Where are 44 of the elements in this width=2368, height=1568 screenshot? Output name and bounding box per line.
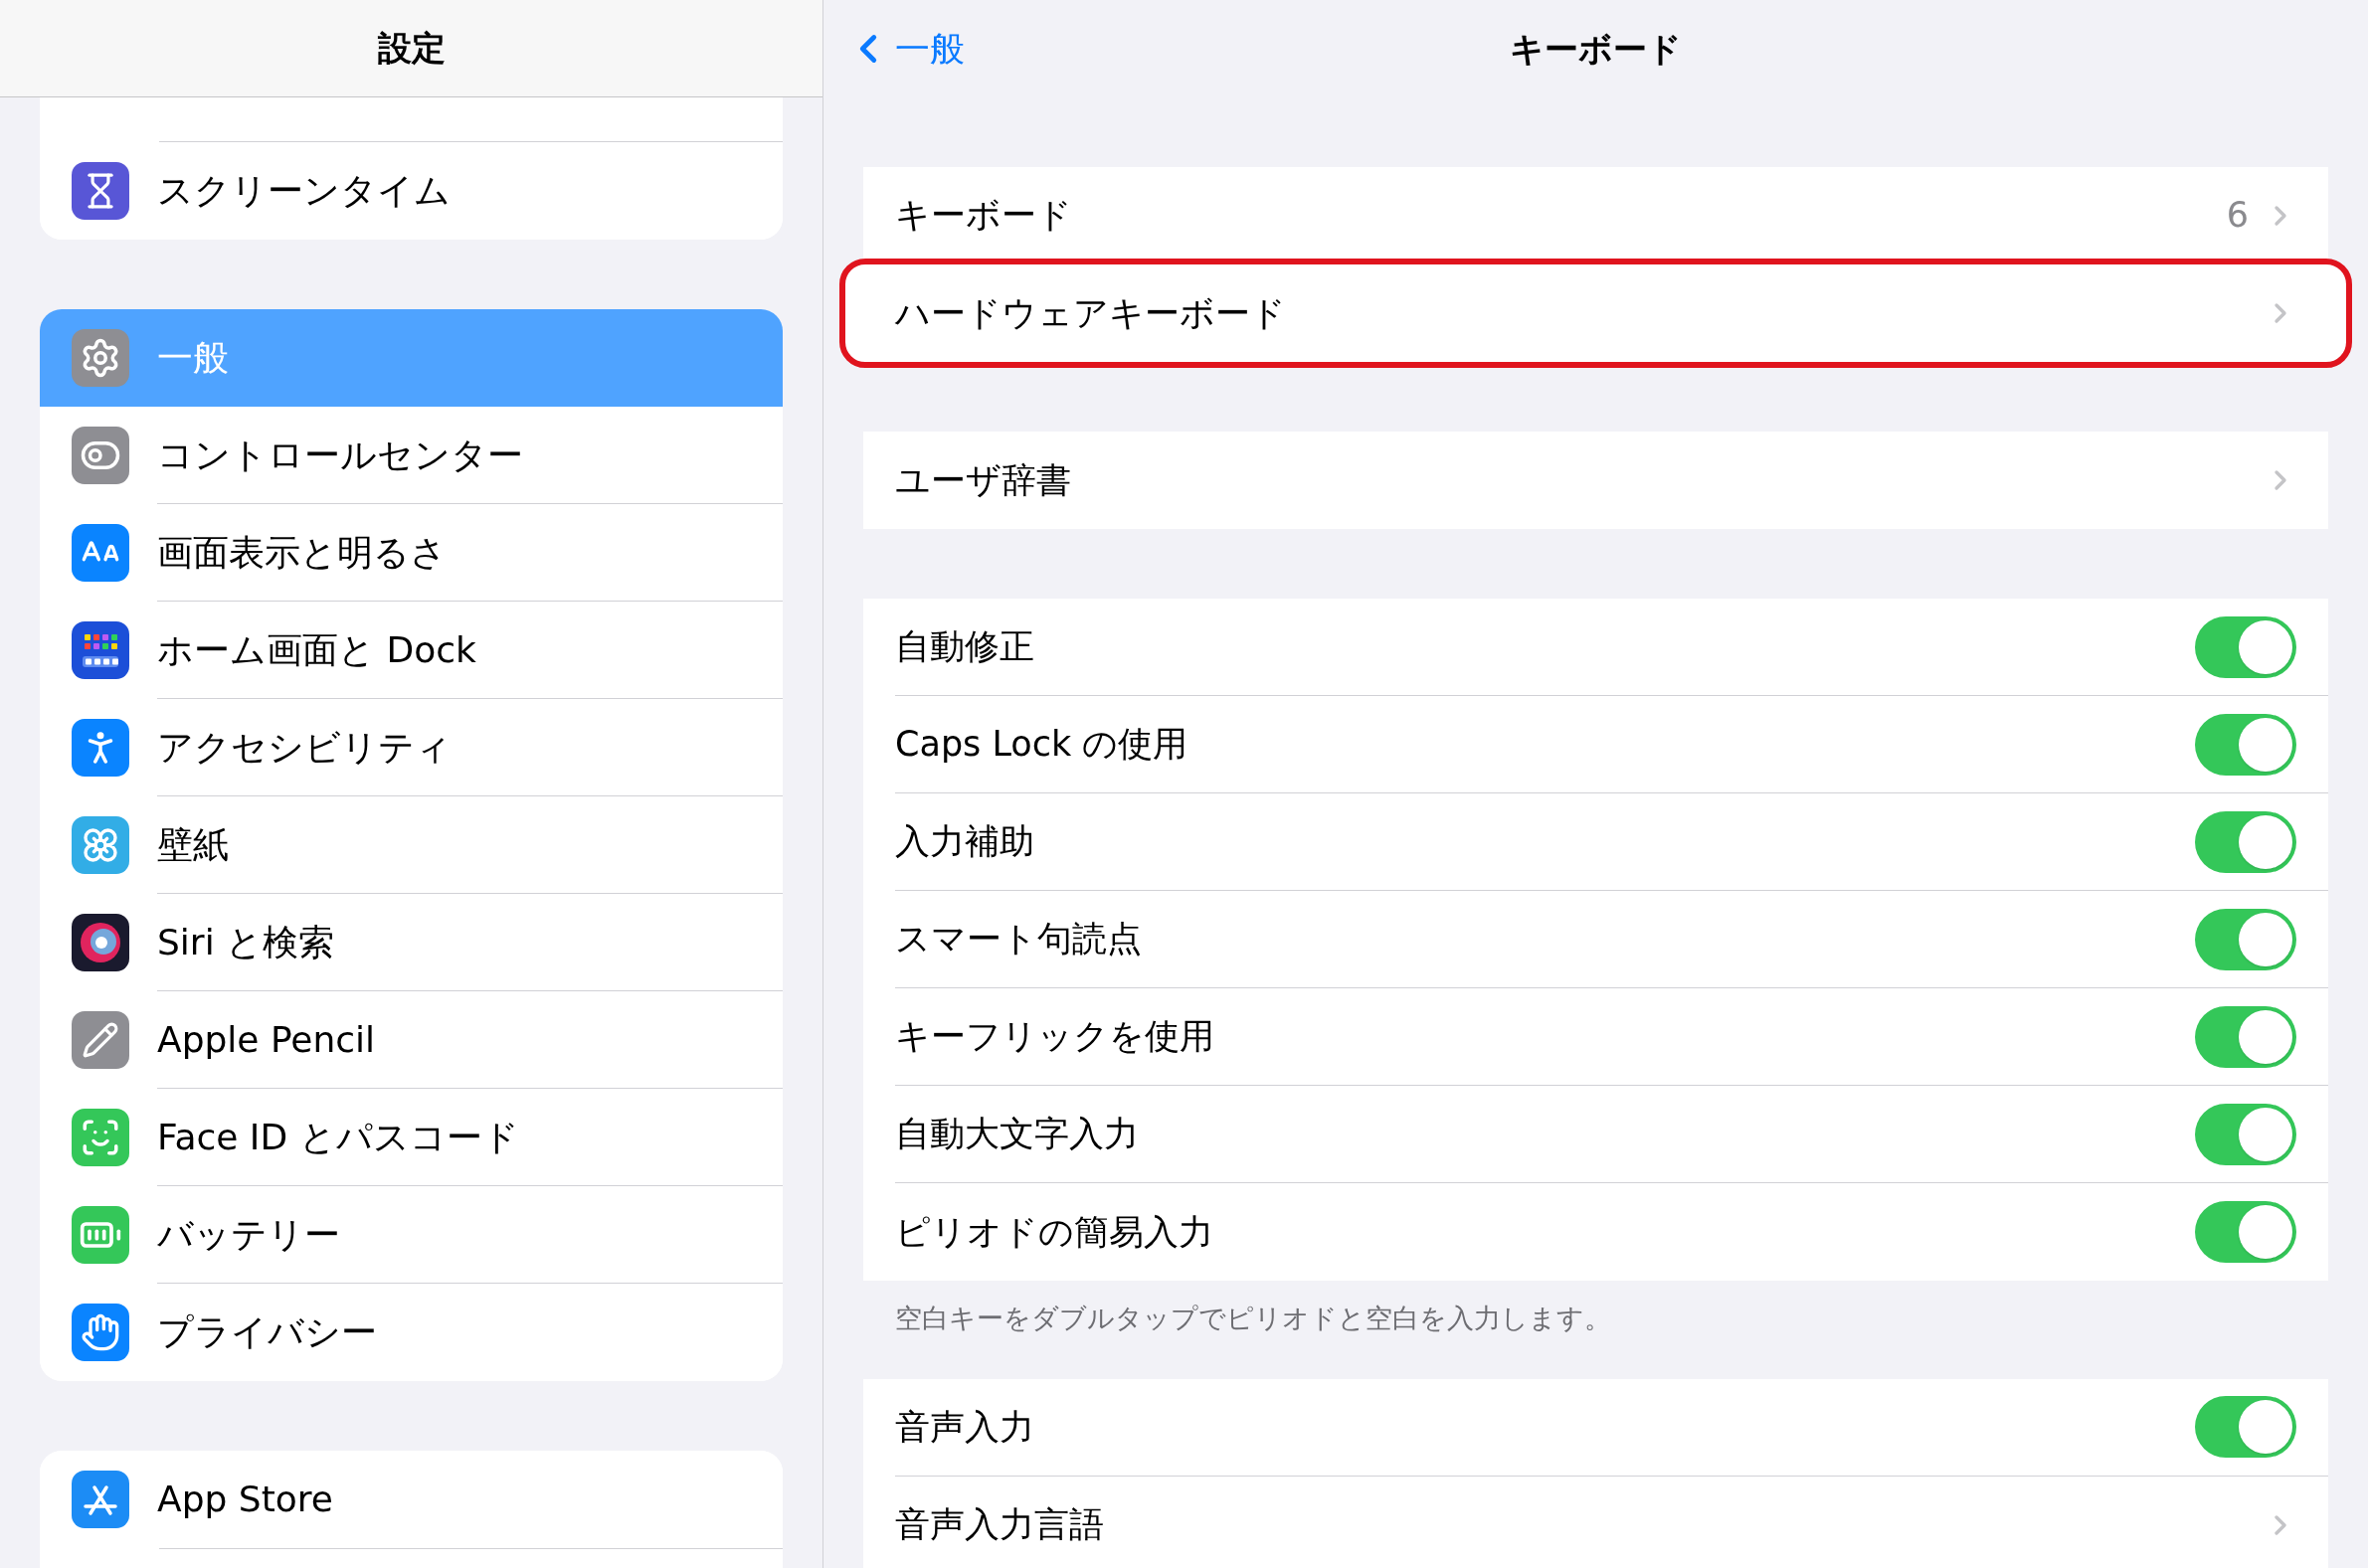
app-grid-icon [72, 621, 129, 679]
sidebar-item-label: App Store [157, 1478, 333, 1521]
setting-label: ピリオドの簡易入力 [895, 1210, 1214, 1254]
toggles-icon [72, 427, 129, 484]
settings-row[interactable]: ユーザ辞書 [863, 432, 2328, 529]
back-button[interactable]: 一般 [823, 22, 965, 76]
hand-icon [72, 1304, 129, 1361]
setting-label: 音声入力言語 [895, 1503, 1105, 1547]
sidebar-item-label: 壁紙 [157, 822, 229, 867]
setting-label: 自動大文字入力 [895, 1113, 1140, 1156]
sidebar-item-label: アクセシビリティ [157, 725, 452, 770]
gear-icon [72, 329, 129, 387]
setting-label: 入力補助 [895, 820, 1035, 864]
setting-label: キーボード [895, 194, 1073, 238]
setting-label: ユーザ辞書 [895, 458, 1072, 502]
sidebar-item-label: ホーム画面と Dock [157, 627, 476, 672]
sidebar-item-label: スクリーンタイム [157, 169, 451, 213]
setting-label: スマート句読点 [895, 918, 1143, 961]
sidebar-item-label: 画面表示と明るさ [157, 530, 447, 575]
setting-label: キーフリックを使用 [895, 1015, 1215, 1059]
setting-value: 6 [2226, 194, 2249, 238]
pencil-icon [72, 1011, 129, 1069]
page-title: キーボード [1510, 27, 1682, 71]
app-store-icon [72, 1471, 129, 1528]
setting-label: 音声入力 [895, 1405, 1035, 1449]
setting-label: 自動修正 [895, 625, 1035, 669]
sidebar-item-label: 一般 [157, 336, 229, 380]
sidebar-item-label: バッテリー [157, 1212, 340, 1257]
sidebar-item-label: Face ID とパスコード [157, 1115, 519, 1159]
sidebar-item-label: Apple Pencil [157, 1017, 376, 1062]
accessibility-icon [72, 719, 129, 777]
sidebar-item-label: Siri と検索 [157, 920, 335, 964]
footer-note: 空白キーをダブルタップでピリオドと空白を入力します。 [894, 1302, 1612, 1335]
hourglass-icon [72, 162, 129, 220]
setting-label: ハードウェアキーボード [895, 291, 1287, 335]
battery-icon [72, 1206, 129, 1264]
orb-icon [72, 914, 129, 971]
setting-label: Caps Lock の使用 [895, 723, 1189, 767]
flower-icon [72, 816, 129, 874]
sidebar-item-label: プライバシー [157, 1310, 377, 1354]
text-size-icon [72, 524, 129, 582]
sidebar-item-label: コントロールセンター [157, 433, 523, 477]
face-scan-icon [72, 1109, 129, 1166]
sidebar-title: 設定 [377, 27, 446, 70]
